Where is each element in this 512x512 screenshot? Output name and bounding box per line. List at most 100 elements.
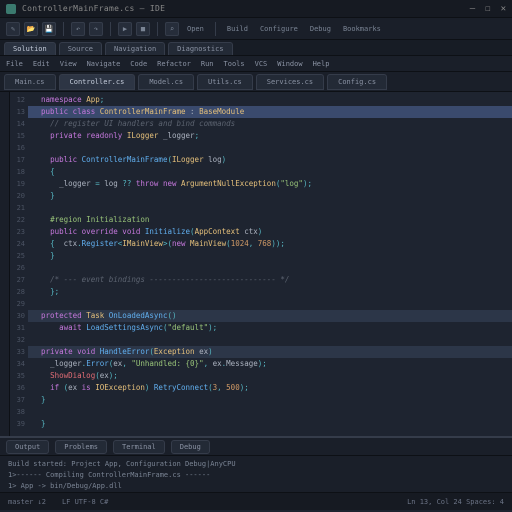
code-line[interactable]: } — [28, 394, 512, 406]
code-line[interactable]: _logger = log ?? throw new ArgumentNullE… — [28, 178, 512, 190]
menu-refactor[interactable]: Refactor — [157, 60, 191, 68]
bottom-tab-output[interactable]: Output — [6, 440, 49, 454]
code-line[interactable]: // register UI handlers and bind command… — [28, 118, 512, 130]
code-line[interactable]: private void HandleError(Exception ex) — [28, 346, 512, 358]
menu-vcs[interactable]: VCS — [255, 60, 268, 68]
line-number: 26 — [10, 262, 28, 274]
menu-window[interactable]: Window — [277, 60, 302, 68]
main-toolbar: ✎ 📂 💾 ↶ ↷ ▶ ■ ⌕ Open Build Configure Deb… — [0, 18, 512, 40]
titlebar: ControllerMainFrame.cs — IDE — ☐ ✕ — [0, 0, 512, 18]
code-line[interactable]: /* --- event bindings ------------------… — [28, 274, 512, 286]
file-tab[interactable]: Main.cs — [4, 74, 56, 90]
file-tab[interactable]: Services.cs — [256, 74, 324, 90]
code-line[interactable] — [28, 142, 512, 154]
line-number: 14 — [10, 118, 28, 130]
menu-tools[interactable]: Tools — [224, 60, 245, 68]
line-number: 17 — [10, 154, 28, 166]
bottom-panel: Output Problems Terminal Debug Build starte… — [0, 436, 512, 492]
menu-code[interactable]: Code — [130, 60, 147, 68]
code-line[interactable]: #region Initialization — [28, 214, 512, 226]
code-line[interactable] — [28, 298, 512, 310]
open-button[interactable]: 📂 — [24, 22, 38, 36]
undo-button[interactable]: ↶ — [71, 22, 85, 36]
file-tab[interactable]: Config.cs — [327, 74, 387, 90]
line-number: 16 — [10, 142, 28, 154]
code-line[interactable]: { ctx.Register<IMainView>(new MainView(1… — [28, 238, 512, 250]
code-line[interactable]: } — [28, 418, 512, 430]
line-number: 38 — [10, 406, 28, 418]
menu-navigate[interactable]: Navigate — [87, 60, 121, 68]
menu-run[interactable]: Run — [201, 60, 214, 68]
code-line[interactable]: }; — [28, 286, 512, 298]
output-content[interactable]: Build started: Project App, Configuratio… — [0, 456, 512, 495]
line-number: 36 — [10, 382, 28, 394]
bottom-tab-problems[interactable]: Problems — [55, 440, 107, 454]
code-line[interactable]: await LoadSettingsAsync("default"); — [28, 322, 512, 334]
code-line[interactable]: public override void Initialize(AppConte… — [28, 226, 512, 238]
editor-file-tabs: Main.csController.csModel.csUtils.csServ… — [0, 72, 512, 92]
line-number: 27 — [10, 274, 28, 286]
menu-view[interactable]: View — [60, 60, 77, 68]
toolbar-bookmarks-label[interactable]: Bookmarks — [339, 25, 385, 33]
code-line[interactable] — [28, 406, 512, 418]
nav-tab-source[interactable]: Source — [59, 42, 102, 55]
run-button[interactable]: ▶ — [118, 22, 132, 36]
file-tab[interactable]: Model.cs — [138, 74, 194, 90]
code-line[interactable]: namespace App; — [28, 94, 512, 106]
code-line[interactable]: { — [28, 166, 512, 178]
save-button[interactable]: 💾 — [42, 22, 56, 36]
line-number: 34 — [10, 358, 28, 370]
file-tab[interactable]: Controller.cs — [59, 74, 136, 90]
menu-bar: File Edit View Navigate Code Refactor Run Tools… — [0, 56, 512, 72]
code-line[interactable]: } — [28, 190, 512, 202]
nav-tab-navigation[interactable]: Navigation — [105, 42, 165, 55]
toolbar-debug-label[interactable]: Debug — [306, 25, 335, 33]
code-line[interactable]: public ControllerMainFrame(ILogger log) — [28, 154, 512, 166]
line-number: 39 — [10, 418, 28, 430]
code-line[interactable] — [28, 334, 512, 346]
code-line[interactable]: ShowDialog(ex); — [28, 370, 512, 382]
line-number: 24 — [10, 238, 28, 250]
status-branch[interactable]: master ↓2 — [8, 498, 46, 506]
nav-tab-diagnostics[interactable]: Diagnostics — [168, 42, 232, 55]
code-line[interactable]: } — [28, 250, 512, 262]
menu-help[interactable]: Help — [313, 60, 330, 68]
code-editor[interactable]: namespace App; public class ControllerMa… — [28, 92, 512, 436]
line-number: 33 — [10, 346, 28, 358]
file-tab[interactable]: Utils.cs — [197, 74, 253, 90]
menu-file[interactable]: File — [6, 60, 23, 68]
code-line[interactable] — [28, 202, 512, 214]
bottom-tab-terminal[interactable]: Terminal — [113, 440, 165, 454]
toolbar-open-label[interactable]: Open — [183, 25, 208, 33]
search-button[interactable]: ⌕ — [165, 22, 179, 36]
redo-button[interactable]: ↷ — [89, 22, 103, 36]
window-title: ControllerMainFrame.cs — IDE — [22, 4, 165, 13]
menu-edit[interactable]: Edit — [33, 60, 50, 68]
code-line[interactable]: private readonly ILogger _logger; — [28, 130, 512, 142]
close-button[interactable]: ✕ — [501, 4, 506, 14]
line-number: 20 — [10, 190, 28, 202]
code-line[interactable]: if (ex is IOException) RetryConnect(3, 5… — [28, 382, 512, 394]
navigation-tabs: SolutionSourceNavigationDiagnostics — [0, 40, 512, 56]
toolbar-build-label[interactable]: Build — [223, 25, 252, 33]
code-line[interactable]: protected Task OnLoadedAsync() — [28, 310, 512, 322]
marker-gutter — [0, 92, 10, 436]
output-line: 1>------ Compiling ControllerMainFrame.c… — [8, 470, 504, 481]
minimize-button[interactable]: — — [470, 4, 475, 14]
stop-button[interactable]: ■ — [136, 22, 150, 36]
code-line[interactable]: public class ControllerMainFrame : BaseM… — [28, 106, 512, 118]
toolbar-configure-label[interactable]: Configure — [256, 25, 302, 33]
line-number: 31 — [10, 322, 28, 334]
line-number: 35 — [10, 370, 28, 382]
maximize-button[interactable]: ☐ — [485, 4, 490, 14]
line-number: 15 — [10, 130, 28, 142]
status-encoding[interactable]: LF UTF-8 C# — [62, 498, 108, 506]
bottom-panel-tabs: Output Problems Terminal Debug — [0, 438, 512, 456]
nav-tab-solution[interactable]: Solution — [4, 42, 56, 55]
code-line[interactable] — [28, 262, 512, 274]
bottom-tab-debug[interactable]: Debug — [171, 440, 210, 454]
output-line: Build started: Project App, Configuratio… — [8, 459, 504, 470]
status-cursor-position[interactable]: Ln 13, Col 24 Spaces: 4 — [407, 498, 504, 506]
code-line[interactable]: _logger.Error(ex, "Unhandled: {0}", ex.M… — [28, 358, 512, 370]
new-file-button[interactable]: ✎ — [6, 22, 20, 36]
